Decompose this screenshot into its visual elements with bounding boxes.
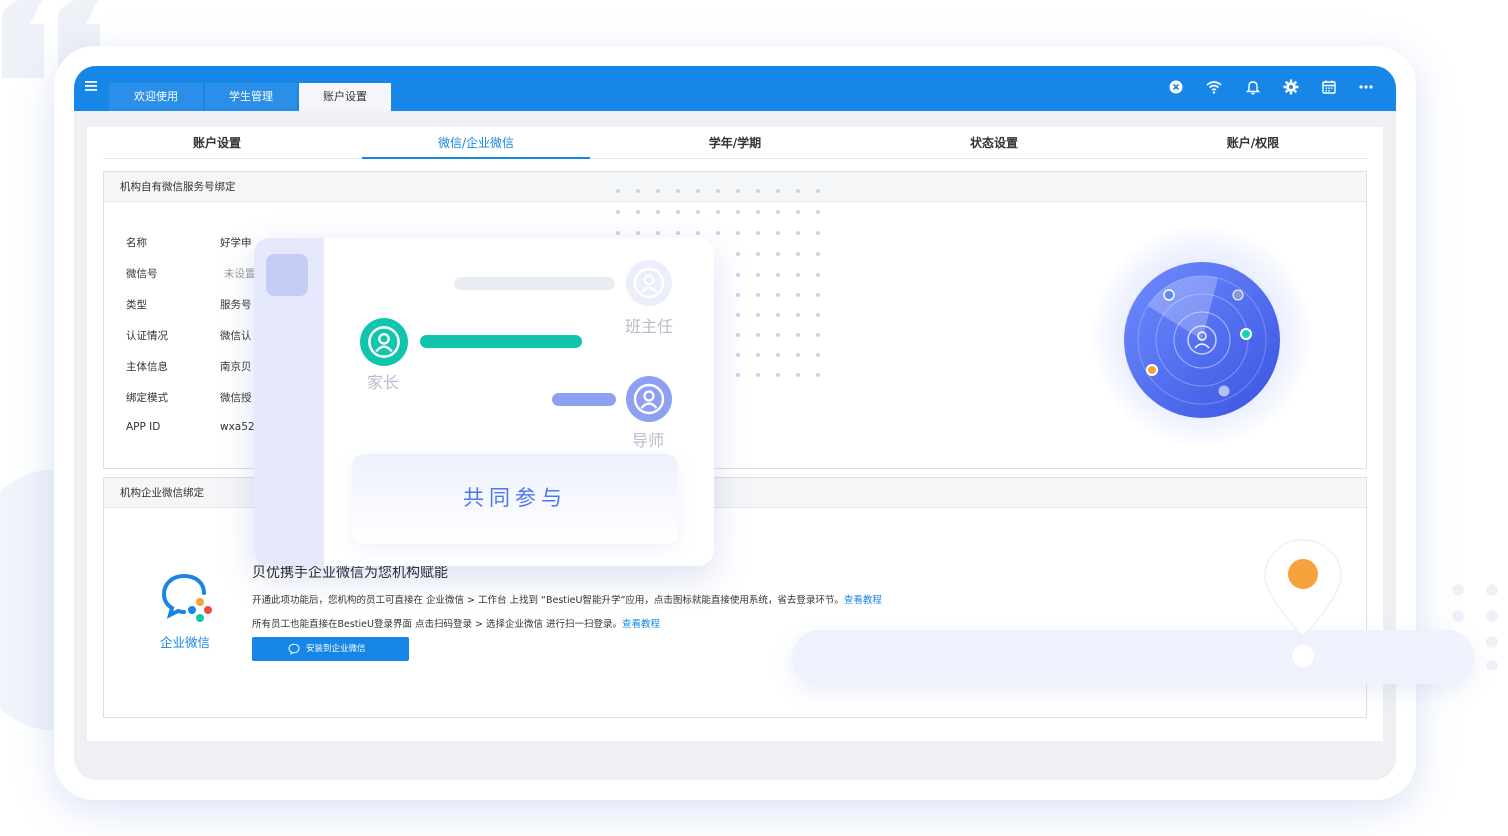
role-label-head-teacher: 班主任 (625, 317, 674, 336)
subtab-school-year[interactable]: 学年/学期 (621, 127, 849, 159)
message-bar (454, 277, 615, 290)
decorative-pill (792, 630, 1474, 684)
participation-card: 班主任 家长 导师 共同参与 (254, 238, 714, 566)
parent-avatar-icon (360, 318, 408, 366)
participate-together-box: 共同参与 (352, 454, 678, 544)
tutorial-link[interactable]: 查看教程 (622, 619, 660, 630)
wecom-logo-label: 企业微信 (160, 635, 211, 650)
more-icon[interactable] (1357, 78, 1375, 96)
wecom-logo-icon (161, 574, 212, 622)
wecom-description: 所有员工也能直接在BestieU登录界面 点击扫码登录 > 选择企业微信 进行扫… (252, 616, 660, 630)
hamburger-menu-icon[interactable] (84, 78, 100, 94)
tab-account-settings[interactable]: 账户设置 (299, 83, 391, 111)
message-bar (420, 335, 582, 348)
top-bar: 欢迎使用 学生管理 账户设置 (74, 66, 1396, 111)
field-label: 微信号 (126, 268, 158, 280)
subtab-account-permissions[interactable]: 账户/权限 (1139, 127, 1367, 159)
wecom-description: 开通此项功能后，您机构的员工可直接在 企业微信 > 工作台 上找到 “Besti… (252, 592, 882, 606)
message-bar (552, 393, 616, 406)
wifi-icon[interactable] (1205, 78, 1223, 96)
location-pin-icon (1264, 539, 1342, 667)
chat-bubble-icon (288, 643, 300, 655)
field-value: wxa52 (220, 421, 255, 433)
subtab-status-settings[interactable]: 状态设置 (880, 127, 1108, 159)
description-text: 开通此项功能后，您机构的员工可直接在 企业微信 > 工作台 上找到 “Besti… (252, 595, 844, 606)
description-text: 所有员工也能直接在BestieU登录界面 点击扫码登录 > 选择企业微信 进行扫… (252, 619, 623, 630)
card-sidebar (254, 238, 324, 566)
role-label-tutor: 导师 (632, 431, 665, 450)
participate-together-text: 共同参与 (463, 486, 567, 510)
tutor-avatar-icon (626, 376, 672, 422)
gear-icon[interactable] (1282, 78, 1300, 96)
field-value: 微信授 (220, 392, 252, 404)
install-wecom-button[interactable]: 安装到企业微信 (252, 637, 409, 661)
field-label: 认证情况 (126, 330, 168, 342)
field-label: 名称 (126, 237, 147, 249)
close-circle-icon[interactable] (1167, 78, 1185, 96)
tutorial-link[interactable]: 查看教程 (844, 595, 882, 606)
calendar-icon[interactable] (1320, 78, 1338, 96)
field-label: 绑定模式 (126, 392, 168, 404)
field-label: 类型 (126, 299, 147, 311)
subtab-wechat[interactable]: 微信/企业微信 (362, 127, 590, 159)
subtab-account-settings[interactable]: 账户设置 (103, 127, 331, 159)
field-label: 主体信息 (126, 361, 168, 373)
field-value: 南京贝 (220, 361, 252, 373)
sub-tab-bar: 账户设置 微信/企业微信 学年/学期 状态设置 账户/权限 (103, 127, 1367, 159)
field-value: 未设置 (224, 268, 256, 280)
field-value: 微信认 (220, 330, 252, 342)
card-placeholder-square (266, 254, 308, 296)
radar-icon (1124, 262, 1280, 418)
marketing-stage: 欢迎使用 学生管理 账户设置 账户设置 微信/企业微信 学年/学期 状态设置 账… (0, 0, 1508, 836)
install-button-label: 安装到企业微信 (306, 644, 366, 654)
field-value: 服务号 (220, 299, 252, 311)
tab-student-management[interactable]: 学生管理 (205, 83, 297, 111)
role-label-parent: 家长 (367, 373, 400, 392)
tab-welcome[interactable]: 欢迎使用 (109, 83, 203, 111)
bell-icon[interactable] (1244, 78, 1262, 96)
field-label: APP ID (126, 421, 161, 433)
head-teacher-avatar-icon (626, 260, 672, 306)
field-value: 好学申 (220, 237, 252, 249)
